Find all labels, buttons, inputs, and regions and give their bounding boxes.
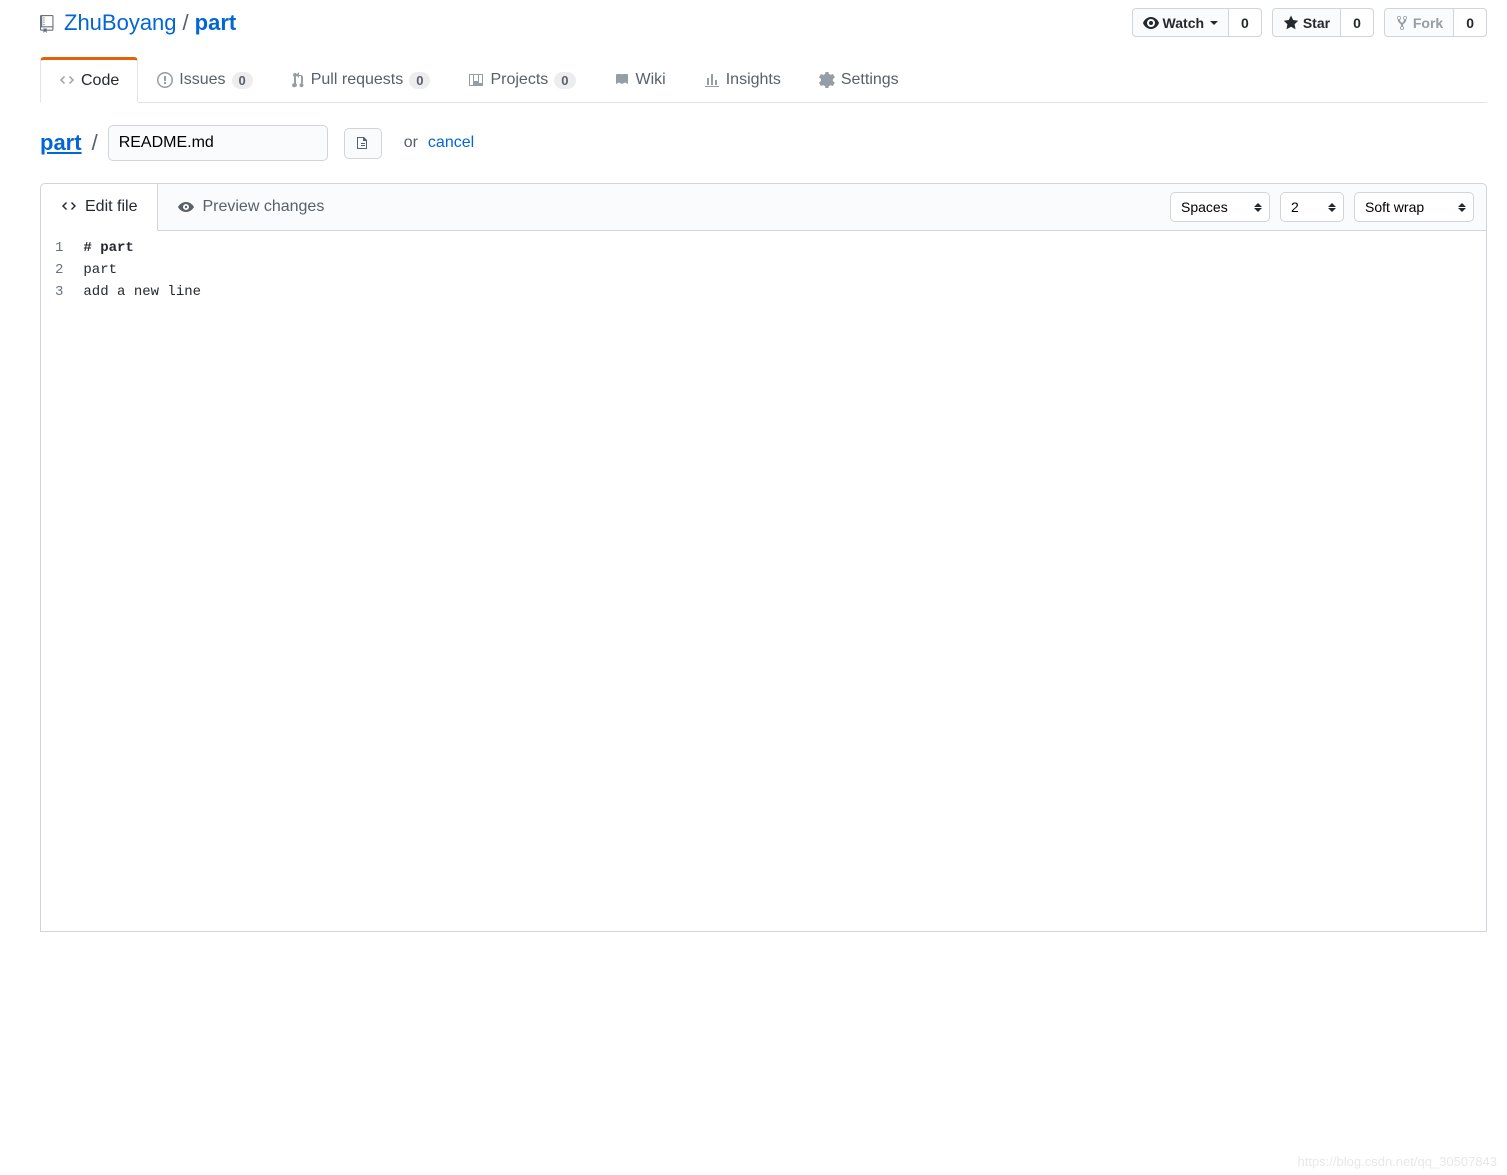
book-icon	[614, 71, 630, 89]
issue-icon	[157, 71, 173, 89]
issues-count: 0	[232, 72, 253, 89]
code-icon	[61, 198, 77, 216]
star-label: Star	[1303, 15, 1330, 31]
code-icon	[59, 72, 75, 90]
code-line[interactable]: part	[73, 259, 1486, 281]
tab-label: Settings	[841, 71, 899, 89]
or-text: or	[404, 134, 418, 152]
eye-icon	[1143, 14, 1159, 31]
star-icon	[1283, 14, 1299, 31]
tab-label: Insights	[726, 71, 781, 89]
star-button[interactable]: Star	[1272, 8, 1341, 37]
watch-button[interactable]: Watch	[1132, 8, 1229, 37]
root-link[interactable]: part	[40, 130, 82, 156]
edit-file-tab[interactable]: Edit file	[41, 184, 158, 231]
projects-count: 0	[554, 72, 575, 89]
line-number: 3	[55, 281, 63, 303]
repo-icon	[40, 10, 58, 36]
owner-link[interactable]: ZhuBoyang	[64, 10, 177, 36]
separator: /	[183, 10, 189, 36]
tab-pulls[interactable]: Pull requests 0	[272, 57, 450, 102]
line-number: 1	[55, 237, 63, 259]
star-count[interactable]: 0	[1341, 8, 1374, 37]
clipboard-button[interactable]	[344, 128, 382, 158]
chevron-down-icon	[1210, 21, 1218, 25]
code-line[interactable]: # part	[73, 237, 1486, 259]
indent-size-select[interactable]: 2	[1280, 192, 1344, 222]
line-number: 2	[55, 259, 63, 281]
tab-settings[interactable]: Settings	[800, 57, 918, 102]
pulls-count: 0	[409, 72, 430, 89]
gutter: 123	[41, 231, 73, 931]
code-content[interactable]: # partpartadd a new line	[73, 231, 1486, 931]
tab-label: Pull requests	[311, 71, 404, 89]
cancel-link[interactable]: cancel	[428, 134, 474, 152]
clipboard-icon	[355, 135, 371, 150]
indent-mode-select[interactable]: Spaces	[1170, 192, 1270, 222]
watermark: https://blog.csdn.net/qq_30507843	[1298, 1154, 1498, 1169]
tab-label: Wiki	[636, 71, 666, 89]
tab-label: Issues	[179, 71, 225, 89]
edit-tab-label: Edit file	[85, 198, 137, 216]
fork-count[interactable]: 0	[1454, 8, 1487, 37]
tab-code[interactable]: Code	[40, 57, 138, 103]
gear-icon	[819, 71, 835, 89]
preview-tab-label: Preview changes	[202, 198, 324, 216]
repo-link[interactable]: part	[195, 10, 237, 36]
path-separator: /	[92, 130, 98, 156]
fork-button[interactable]: Fork	[1384, 8, 1454, 37]
tab-insights[interactable]: Insights	[685, 57, 800, 102]
eye-icon	[178, 198, 194, 216]
fork-label: Fork	[1413, 15, 1443, 31]
tab-issues[interactable]: Issues 0	[138, 57, 271, 102]
tab-label: Code	[81, 72, 119, 90]
graph-icon	[704, 71, 720, 89]
code-editor[interactable]: 123 # partpartadd a new line	[41, 231, 1486, 931]
preview-tab[interactable]: Preview changes	[158, 184, 345, 230]
wrap-mode-select[interactable]: Soft wrap	[1354, 192, 1474, 222]
editor: Edit file Preview changes Spaces 2	[40, 183, 1487, 932]
code-line[interactable]: add a new line	[73, 281, 1486, 303]
repo-actions: Watch 0 Star 0 Fork 0	[1132, 8, 1487, 37]
watch-count[interactable]: 0	[1229, 8, 1262, 37]
project-icon	[468, 71, 484, 89]
fork-icon	[1395, 14, 1409, 31]
repo-tabs: Code Issues 0 Pull requests 0 Projects 0…	[40, 57, 1487, 103]
filename-input[interactable]	[108, 125, 328, 161]
tab-label: Projects	[490, 71, 548, 89]
breadcrumb: ZhuBoyang / part	[40, 10, 236, 36]
tab-wiki[interactable]: Wiki	[595, 57, 685, 102]
watch-label: Watch	[1163, 15, 1204, 31]
pull-request-icon	[291, 71, 305, 89]
tab-projects[interactable]: Projects 0	[449, 57, 594, 102]
